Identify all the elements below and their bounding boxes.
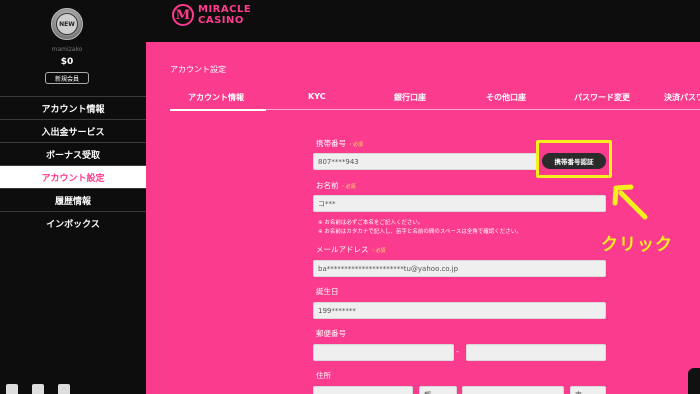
highlight-box xyxy=(536,140,612,178)
page-title: アカウント設定 xyxy=(170,65,226,74)
postal-code-field-1[interactable] xyxy=(313,344,454,361)
phone-field[interactable]: 807****943 xyxy=(313,153,539,170)
sidebar-item-history[interactable]: 履歴情報 xyxy=(0,188,146,211)
email-field[interactable]: ba**********************tu@yahoo.co.jp xyxy=(313,260,606,277)
active-tab-indicator xyxy=(170,109,266,111)
birthday-field[interactable]: 199******* xyxy=(313,302,606,319)
tab-account-info[interactable]: アカウント情報 xyxy=(188,92,244,103)
required-mark: ・必須 xyxy=(340,184,356,190)
member-status-badge: 新規会員 xyxy=(45,72,89,84)
sidebar-item-bonus[interactable]: ボーナス受取 xyxy=(0,142,146,165)
social-icon[interactable] xyxy=(6,384,18,394)
settings-tabs: アカウント情報 KYC 銀行口座 その他口座 パスワード変更 決済パスワ xyxy=(170,88,700,111)
tab-payment-password[interactable]: 決済パスワ xyxy=(664,92,700,103)
logo-mark: M xyxy=(172,4,194,26)
email-label: メールアドレス ・必須 xyxy=(316,244,386,255)
name-label: お名前 ・必須 xyxy=(316,180,356,191)
tab-password-change[interactable]: パスワード変更 xyxy=(574,92,630,103)
social-icon[interactable] xyxy=(58,384,70,394)
sidebar-item-deposit-withdraw[interactable]: 入出金サービス xyxy=(0,119,146,142)
address-suffix-2: 市 xyxy=(575,390,582,394)
name-field[interactable]: コ*** xyxy=(313,195,606,212)
pointer-arrow-icon xyxy=(612,184,648,220)
sidebar-menu: アカウント情報 入出金サービス ボーナス受取 アカウント設定 履歴情報 インボッ… xyxy=(0,96,146,234)
site-logo[interactable]: M MIRACLE CASINO xyxy=(172,4,251,26)
balance: $0 xyxy=(60,57,74,67)
phone-label: 携帯番号 ・必須 xyxy=(316,138,363,149)
tab-bank-account[interactable]: 銀行口座 xyxy=(394,92,426,103)
tab-other-accounts[interactable]: その他口座 xyxy=(486,92,526,103)
name-label-text: お名前 xyxy=(316,181,339,190)
address-label: 住所 xyxy=(316,371,331,380)
address-field-2[interactable] xyxy=(462,386,564,394)
tab-kyc[interactable]: KYC xyxy=(308,92,326,101)
required-mark: ・必須 xyxy=(370,248,386,254)
chat-widget-edge[interactable] xyxy=(688,368,700,394)
name-note-1: ※ お名前は必ずご本名をご記入ください。 xyxy=(318,220,424,226)
postal-separator: - xyxy=(456,347,459,356)
logo-line-2: CASINO xyxy=(198,15,244,26)
birthday-label: 誕生日 xyxy=(316,287,339,296)
email-label-text: メールアドレス xyxy=(316,245,369,254)
click-annotation: クリック xyxy=(601,235,673,255)
postal-label: 郵便番号 xyxy=(316,329,346,338)
address-field-1[interactable] xyxy=(313,386,413,394)
username: mamizako xyxy=(51,46,83,53)
postal-code-field-2[interactable] xyxy=(466,344,606,361)
address-suffix-1: 都 xyxy=(424,390,431,394)
required-mark: ・必須 xyxy=(348,142,364,148)
avatar-badge-text: NEW xyxy=(56,13,78,35)
logo-line-1: MIRACLE xyxy=(198,4,252,15)
logo-text: MIRACLE CASINO xyxy=(198,4,251,26)
address-prefecture-field[interactable]: 都 xyxy=(419,386,457,394)
social-icon[interactable] xyxy=(32,384,44,394)
sidebar-item-account-info[interactable]: アカウント情報 xyxy=(0,96,146,119)
page: NEW mamizako $0 新規会員 アカウント情報 入出金サービス ボーナ… xyxy=(0,0,700,394)
sidebar: NEW mamizako $0 新規会員 アカウント情報 入出金サービス ボーナ… xyxy=(0,0,146,394)
avatar[interactable]: NEW xyxy=(51,8,83,40)
name-note-2: ※ お名前はカタカナで記入し、苗字と名前の間のスペースは全角で確認ください。 xyxy=(318,229,522,235)
sidebar-item-inbox[interactable]: インボックス xyxy=(0,211,146,234)
footer-icons xyxy=(6,384,70,394)
phone-label-text: 携帯番号 xyxy=(316,139,346,148)
sidebar-item-account-settings[interactable]: アカウント設定 xyxy=(0,165,146,188)
address-city-field[interactable]: 市 xyxy=(570,386,606,394)
